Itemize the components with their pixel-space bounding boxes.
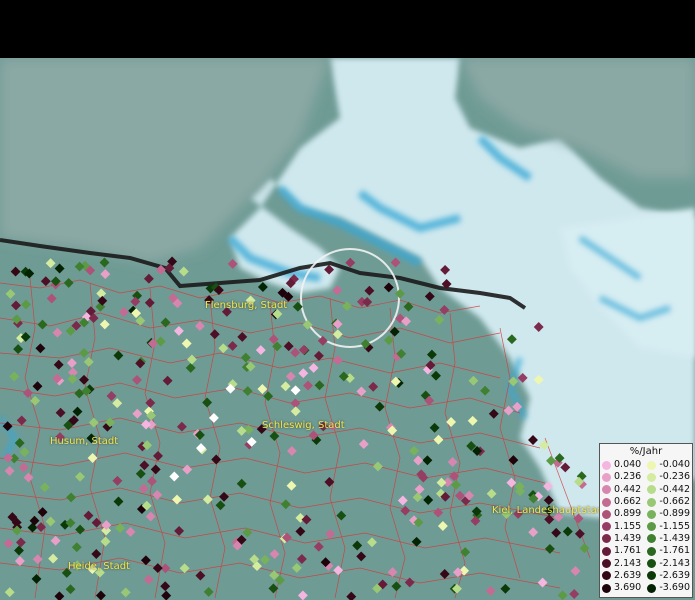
legend-value: 1.155: [614, 520, 642, 532]
legend-swatch: [647, 472, 657, 482]
legend-row: -2.639: [647, 570, 690, 582]
legend-swatch: [602, 472, 611, 482]
legend-row: -0.040: [647, 459, 690, 471]
map-canvas[interactable]: [0, 58, 695, 600]
legend-swatch: [602, 460, 611, 470]
legend-title: %/Jahr: [629, 446, 663, 457]
legend-swatch: [602, 497, 611, 507]
legend-swatch: [647, 546, 657, 556]
legend-row: -1.761: [647, 545, 690, 557]
legend-row: 0.442: [602, 484, 641, 496]
legend-row: -3.690: [647, 582, 690, 594]
legend-value: -0.236: [659, 471, 690, 483]
legend-value: 0.236: [614, 471, 642, 483]
legend-value: -1.761: [659, 545, 690, 557]
legend-value: -0.899: [659, 508, 690, 520]
legend-row: 1.439: [602, 533, 641, 545]
city-label-heide: Heide, Stadt: [68, 561, 130, 572]
city-label-schleswig: Schleswig, Stadt: [262, 420, 345, 431]
legend-row: 1.155: [602, 520, 641, 532]
legend-swatch: [602, 583, 611, 593]
legend-value: 3.690: [614, 582, 642, 594]
legend-panel: %/Jahr 0.040 0.236 0.442 0.662 0.899 1.155 1.4…: [599, 443, 693, 598]
legend-row: -1.155: [647, 520, 690, 532]
legend-value: -3.690: [659, 582, 690, 594]
legend-swatch: [647, 559, 657, 569]
legend-value: 1.761: [614, 545, 642, 557]
legend-positive-column: 0.040 0.236 0.442 0.662 0.899 1.155 1.439 1.761…: [602, 459, 641, 594]
legend-value: 2.639: [614, 569, 642, 581]
city-label-flensburg: Flensburg, Stadt: [205, 300, 288, 311]
legend-swatch: [602, 522, 611, 532]
legend-swatch: [647, 522, 657, 532]
legend-row: 0.040: [602, 459, 641, 471]
legend-row: 0.899: [602, 508, 641, 520]
city-label-husum: Husum, Stadt: [50, 436, 119, 447]
legend-swatch: [647, 509, 657, 519]
legend-swatch: [647, 485, 657, 495]
legend-value: 0.040: [614, 459, 642, 471]
legend-value: -1.155: [659, 520, 690, 532]
legend-value: -1.439: [659, 532, 690, 544]
top-black-bar: [0, 0, 695, 58]
legend-swatch: [647, 534, 657, 544]
legend-value: -0.442: [659, 483, 690, 495]
legend-swatch: [602, 509, 611, 519]
legend-row: 3.690: [602, 582, 641, 594]
legend-swatch: [602, 559, 611, 569]
legend-value: 0.442: [614, 483, 642, 495]
legend-row: -0.442: [647, 484, 690, 496]
legend-row: -0.662: [647, 496, 690, 508]
legend-row: 2.639: [602, 570, 641, 582]
legend-row: 0.236: [602, 471, 641, 483]
legend-row: 1.761: [602, 545, 641, 557]
legend-swatch: [647, 583, 657, 593]
app: Flensburg, Stadt Schleswig, Stadt Husum,…: [0, 0, 695, 600]
legend-value: -0.662: [659, 496, 690, 508]
legend-swatch: [602, 485, 611, 495]
legend-row: 2.143: [602, 557, 641, 569]
legend-row: -0.236: [647, 471, 690, 483]
legend-negative-column: -0.040 -0.236 -0.442 -0.662 -0.899 -1.155 -1.4…: [647, 459, 690, 594]
legend-swatch: [602, 534, 611, 544]
legend-swatch: [647, 497, 657, 507]
legend-swatch: [602, 546, 611, 556]
legend-value: 1.439: [614, 532, 642, 544]
legend-value: 0.662: [614, 496, 642, 508]
legend-swatch: [647, 571, 657, 581]
legend-value: 2.143: [614, 557, 642, 569]
legend-value: -2.143: [659, 557, 690, 569]
legend-swatch: [602, 571, 611, 581]
legend-row: 0.662: [602, 496, 641, 508]
legend-value: 0.899: [614, 508, 642, 520]
legend-value: -0.040: [659, 459, 690, 471]
legend-row: -0.899: [647, 508, 690, 520]
legend-value: -2.639: [659, 569, 690, 581]
city-label-kiel: Kiel, Landeshauptstadt: [492, 505, 607, 516]
legend-row: -2.143: [647, 557, 690, 569]
legend-row: -1.439: [647, 533, 690, 545]
legend-swatch: [647, 460, 657, 470]
